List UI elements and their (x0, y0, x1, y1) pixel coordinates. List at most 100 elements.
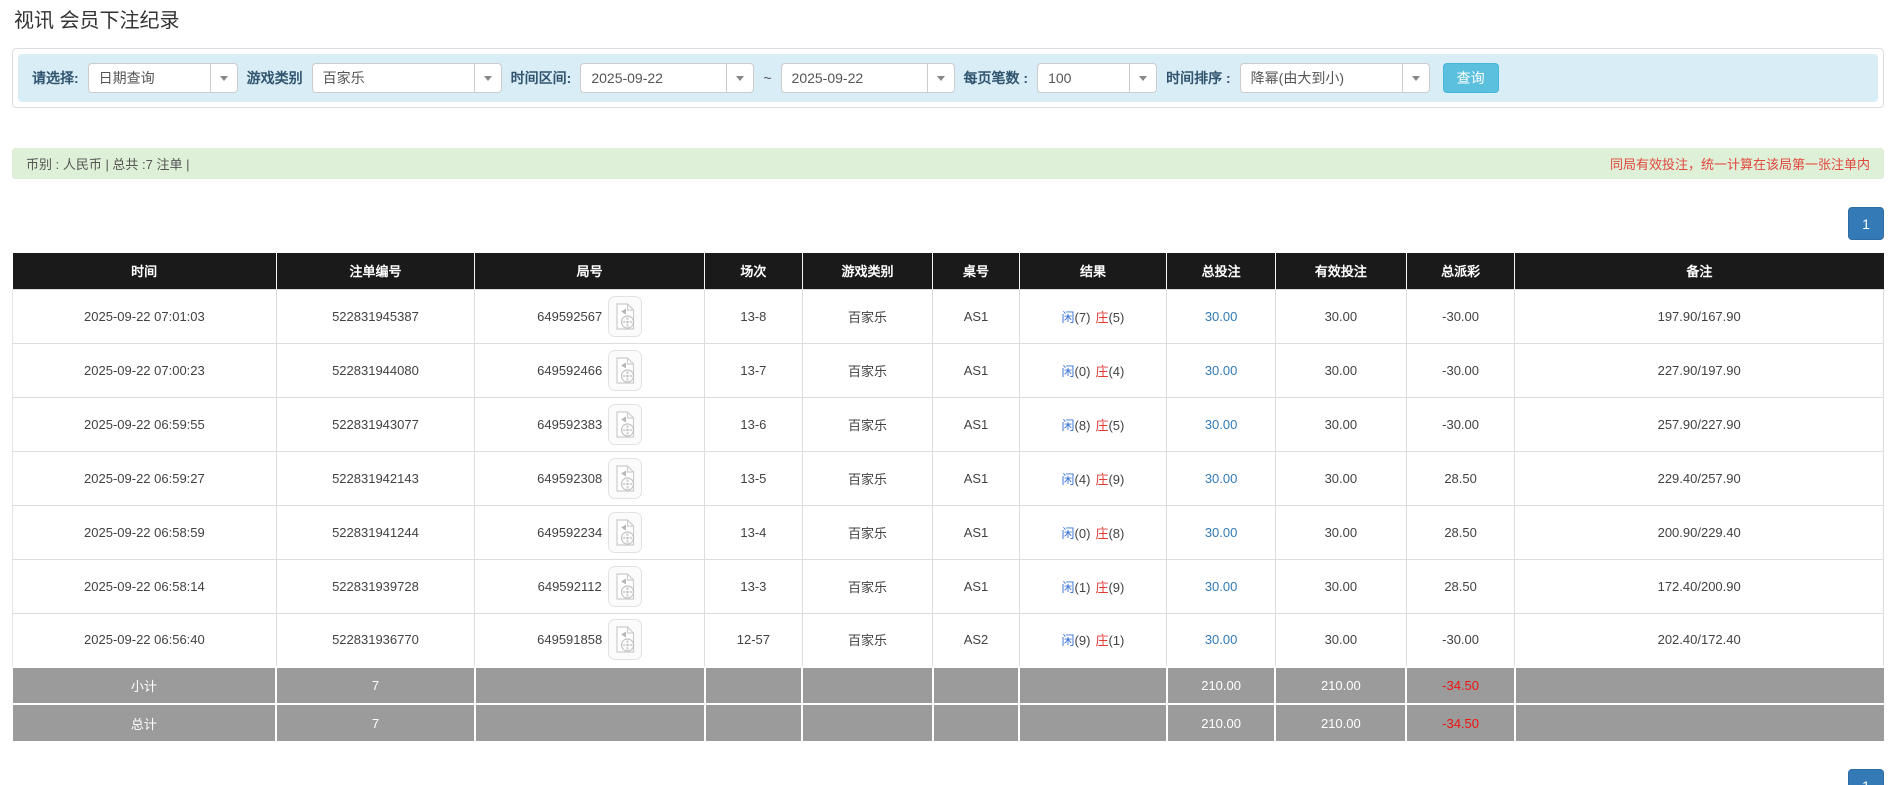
col-header-total-bet: 总投注 (1166, 253, 1276, 289)
result-player-label: 闲 (1061, 309, 1075, 325)
result-player-score: (1) (1074, 579, 1091, 595)
query-type-value[interactable]: 日期查询 (87, 63, 210, 93)
video-replay-button[interactable] (608, 619, 643, 661)
round-cell: 649592383 (474, 396, 706, 452)
total-bet-cell: 30.00 (1166, 450, 1276, 506)
result-banker-score: (4) (1108, 363, 1125, 379)
bet-records-table: 时间 注单编号 局号 场次 游戏类别 桌号 结果 总投注 有效投注 总派彩 备注… (12, 253, 1884, 741)
result-banker-score: (9) (1108, 579, 1125, 595)
col-header-session: 场次 (704, 253, 803, 289)
subtotal-payout: -34.50 (1406, 666, 1516, 704)
total-bet-link[interactable]: 30.00 (1205, 579, 1238, 594)
video-replay-button[interactable] (608, 349, 643, 391)
time-sort-dropdown[interactable]: 降幂(由大到小) (1239, 63, 1430, 93)
valid-bet: 30.00 (1274, 342, 1407, 398)
caret-down-icon (1411, 75, 1420, 81)
date-to-caret-button[interactable] (926, 63, 955, 93)
total-count: 7 (276, 703, 476, 741)
video-replay-button[interactable] (608, 511, 643, 553)
result-cell: 闲(4) 庄(9) (1018, 450, 1168, 506)
round-id: 649592466 (537, 362, 603, 378)
total-bet-link[interactable]: 30.00 (1205, 309, 1238, 324)
game-type-dropdown[interactable]: 百家乐 (311, 63, 502, 93)
time-sort-value[interactable]: 降幂(由大到小) (1239, 63, 1402, 93)
remark: 172.40/200.90 (1514, 558, 1884, 614)
result-player-score: (8) (1074, 417, 1091, 433)
caret-down-icon (936, 75, 945, 81)
result-banker-label: 庄 (1095, 525, 1109, 541)
result-cell: 闲(0) 庄(4) (1018, 342, 1168, 398)
table-header-row: 时间 注单编号 局号 场次 游戏类别 桌号 结果 总投注 有效投注 总派彩 备注 (12, 253, 1884, 289)
result-player-label: 闲 (1061, 363, 1075, 379)
total-bet-link[interactable]: 30.00 (1205, 417, 1238, 432)
total-bet-link[interactable]: 30.00 (1205, 525, 1238, 540)
page-size-dropdown[interactable]: 100 (1037, 63, 1158, 93)
filter-panel: 请选择: 日期查询 游戏类别 百家乐 时间区间: 2025-09-22 ~ 20… (12, 48, 1884, 108)
date-from-value[interactable]: 2025-09-22 (580, 63, 727, 93)
page-size-value[interactable]: 100 (1037, 63, 1130, 93)
total-bet-cell: 30.00 (1166, 612, 1276, 668)
session: 13-6 (704, 396, 803, 452)
query-type-caret-button[interactable] (209, 63, 238, 93)
bet-time: 2025-09-22 06:59:55 (12, 396, 277, 452)
page-1-button[interactable]: 1 (1848, 769, 1884, 785)
video-replay-button[interactable] (607, 565, 642, 607)
total-total-bet: 210.00 (1166, 703, 1277, 741)
remark: 229.40/257.90 (1514, 450, 1884, 506)
date-from-caret-button[interactable] (726, 63, 755, 93)
round-id: 649592234 (537, 524, 603, 540)
caret-down-icon (736, 75, 745, 81)
query-button[interactable]: 查询 (1442, 63, 1499, 93)
remark: 202.40/172.40 (1514, 612, 1884, 668)
filter-bar: 请选择: 日期查询 游戏类别 百家乐 时间区间: 2025-09-22 ~ 20… (18, 54, 1878, 102)
table-number: AS1 (932, 342, 1020, 398)
video-replay-icon (616, 356, 635, 384)
bet-time: 2025-09-22 06:56:40 (12, 612, 277, 668)
result-cell: 闲(7) 庄(5) (1018, 288, 1168, 344)
total-bet-link[interactable]: 30.00 (1205, 632, 1238, 647)
session: 13-4 (704, 504, 803, 560)
page-size-label: 每页笔数 : (963, 70, 1029, 86)
bet-id: 522831944080 (275, 342, 476, 398)
result-banker-label: 庄 (1095, 579, 1109, 595)
result-cell: 闲(9) 庄(1) (1018, 612, 1168, 668)
table-row: 2025-09-22 07:01:03 522831945387 6495925… (12, 288, 1884, 344)
result-cell: 闲(8) 庄(5) (1018, 396, 1168, 452)
time-sort-caret-button[interactable] (1401, 63, 1430, 93)
round-cell: 649592466 (474, 342, 706, 398)
result-banker-label: 庄 (1095, 309, 1109, 325)
game-type-value[interactable]: 百家乐 (311, 63, 474, 93)
col-header-bet-id: 注单编号 (276, 253, 476, 289)
video-replay-icon (616, 410, 635, 438)
date-to-value[interactable]: 2025-09-22 (780, 63, 927, 93)
video-replay-button[interactable] (608, 403, 643, 445)
round-id: 649591858 (537, 632, 603, 648)
total-bet-link[interactable]: 30.00 (1205, 471, 1238, 486)
table-row: 2025-09-22 06:58:14 522831939728 6495921… (12, 558, 1884, 614)
bet-time: 2025-09-22 06:58:59 (12, 504, 277, 560)
valid-bet: 30.00 (1274, 396, 1407, 452)
date-to-dropdown[interactable]: 2025-09-22 (780, 63, 955, 93)
game-type-caret-button[interactable] (473, 63, 502, 93)
total-valid-bet: 210.00 (1275, 703, 1408, 741)
bet-time: 2025-09-22 07:00:23 (12, 342, 277, 398)
video-replay-icon (616, 464, 635, 492)
result-player-score: (9) (1074, 633, 1091, 649)
video-replay-button[interactable] (608, 457, 643, 499)
query-type-dropdown[interactable]: 日期查询 (87, 63, 238, 93)
round-id: 649592383 (537, 416, 603, 432)
result-player-label: 闲 (1061, 417, 1075, 433)
video-replay-icon (616, 518, 635, 546)
total-bet-link[interactable]: 30.00 (1205, 363, 1238, 378)
game-type: 百家乐 (801, 288, 934, 344)
table-number: AS1 (932, 504, 1020, 560)
result-player-score: (0) (1074, 525, 1091, 541)
col-header-round: 局号 (474, 253, 706, 289)
col-header-remark: 备注 (1514, 253, 1884, 289)
date-from-dropdown[interactable]: 2025-09-22 (580, 63, 755, 93)
total-payout: -34.50 (1406, 703, 1516, 741)
page-size-caret-button[interactable] (1129, 63, 1158, 93)
time-sort-label: 时间排序 : (1166, 70, 1231, 86)
video-replay-button[interactable] (608, 295, 643, 337)
page-1-button[interactable]: 1 (1848, 207, 1884, 240)
